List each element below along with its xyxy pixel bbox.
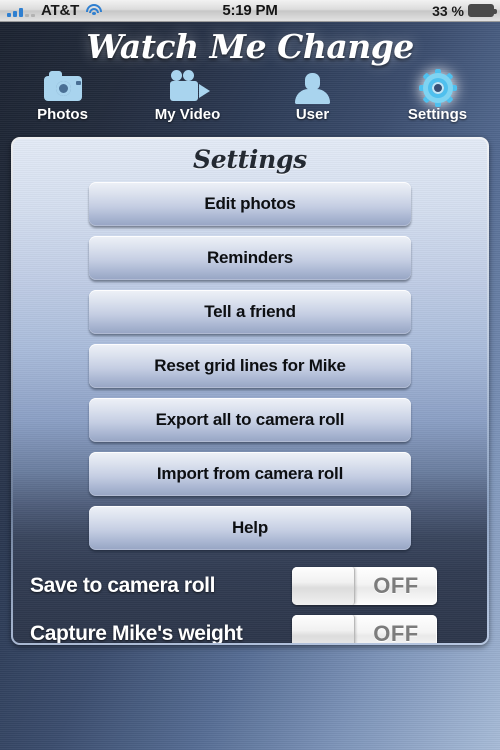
settings-button-list: Edit photos Reminders Tell a friend Rese… [13, 174, 487, 550]
save-to-camera-roll-label: Save to camera roll [30, 573, 215, 597]
tab-settings[interactable]: Settings [375, 66, 500, 134]
settings-switch-list: Save to camera roll OFF Capture Mike's w… [13, 560, 487, 643]
tab-user-label: User [295, 106, 330, 123]
save-to-camera-roll-row: Save to camera roll OFF [13, 563, 487, 608]
capture-weight-state: OFF [373, 620, 419, 644]
toggle-knob [292, 614, 355, 643]
battery-icon [468, 4, 497, 17]
toggle-knob [292, 566, 355, 605]
video-camera-icon [165, 68, 211, 104]
export-all-label: Export all to camera roll [155, 410, 345, 429]
person-icon [290, 68, 336, 104]
app-title: Watch Me Change [86, 27, 414, 66]
tell-a-friend-label: Tell a friend [204, 302, 296, 321]
settings-panel: Settings Edit photos Reminders Tell a fr… [11, 137, 489, 645]
tell-a-friend-button[interactable]: Tell a friend [89, 290, 411, 334]
help-label: Help [231, 518, 269, 537]
capture-weight-label: Capture Mike's weight [30, 621, 243, 644]
reminders-button[interactable]: Reminders [89, 236, 411, 280]
tab-user[interactable]: User [250, 66, 375, 134]
export-all-to-camera-roll-button[interactable]: Export all to camera roll [89, 398, 411, 442]
page-title: Settings [193, 145, 307, 174]
edit-photos-label: Edit photos [204, 194, 296, 213]
tab-settings-label: Settings [407, 106, 468, 123]
reminders-label: Reminders [206, 248, 294, 267]
camera-icon [40, 68, 86, 104]
clock-label: 5:19 PM [222, 2, 278, 19]
reset-grid-lines-button[interactable]: Reset grid lines for Mike [89, 344, 411, 388]
tab-bar: Photos My Video User Settings [0, 66, 500, 134]
help-button[interactable]: Help [89, 506, 411, 550]
import-from-camera-roll-button[interactable]: Import from camera roll [89, 452, 411, 496]
tab-my-video[interactable]: My Video [125, 66, 250, 134]
capture-weight-row: Capture Mike's weight OFF [13, 611, 487, 643]
tab-my-video-label: My Video [154, 106, 221, 123]
status-bar: AT&T 5:19 PM 33 % [0, 0, 500, 22]
save-to-camera-roll-toggle[interactable]: OFF [292, 566, 437, 605]
capture-weight-toggle[interactable]: OFF [292, 614, 437, 644]
tab-photos-label: Photos [37, 106, 88, 123]
reset-grid-lines-label: Reset grid lines for Mike [154, 356, 346, 375]
app-screen: AT&T 5:19 PM 33 % Watch Me Change Photos… [0, 0, 500, 750]
gear-icon [415, 68, 461, 107]
status-bar-right: 33 % [432, 3, 500, 19]
tab-photos[interactable]: Photos [0, 66, 125, 134]
battery-percent-label: 33 % [432, 2, 464, 19]
settings-panel-inner: Settings Edit photos Reminders Tell a fr… [13, 139, 487, 643]
edit-photos-button[interactable]: Edit photos [89, 182, 411, 226]
save-to-camera-roll-state: OFF [373, 572, 419, 598]
import-from-label: Import from camera roll [156, 464, 344, 483]
